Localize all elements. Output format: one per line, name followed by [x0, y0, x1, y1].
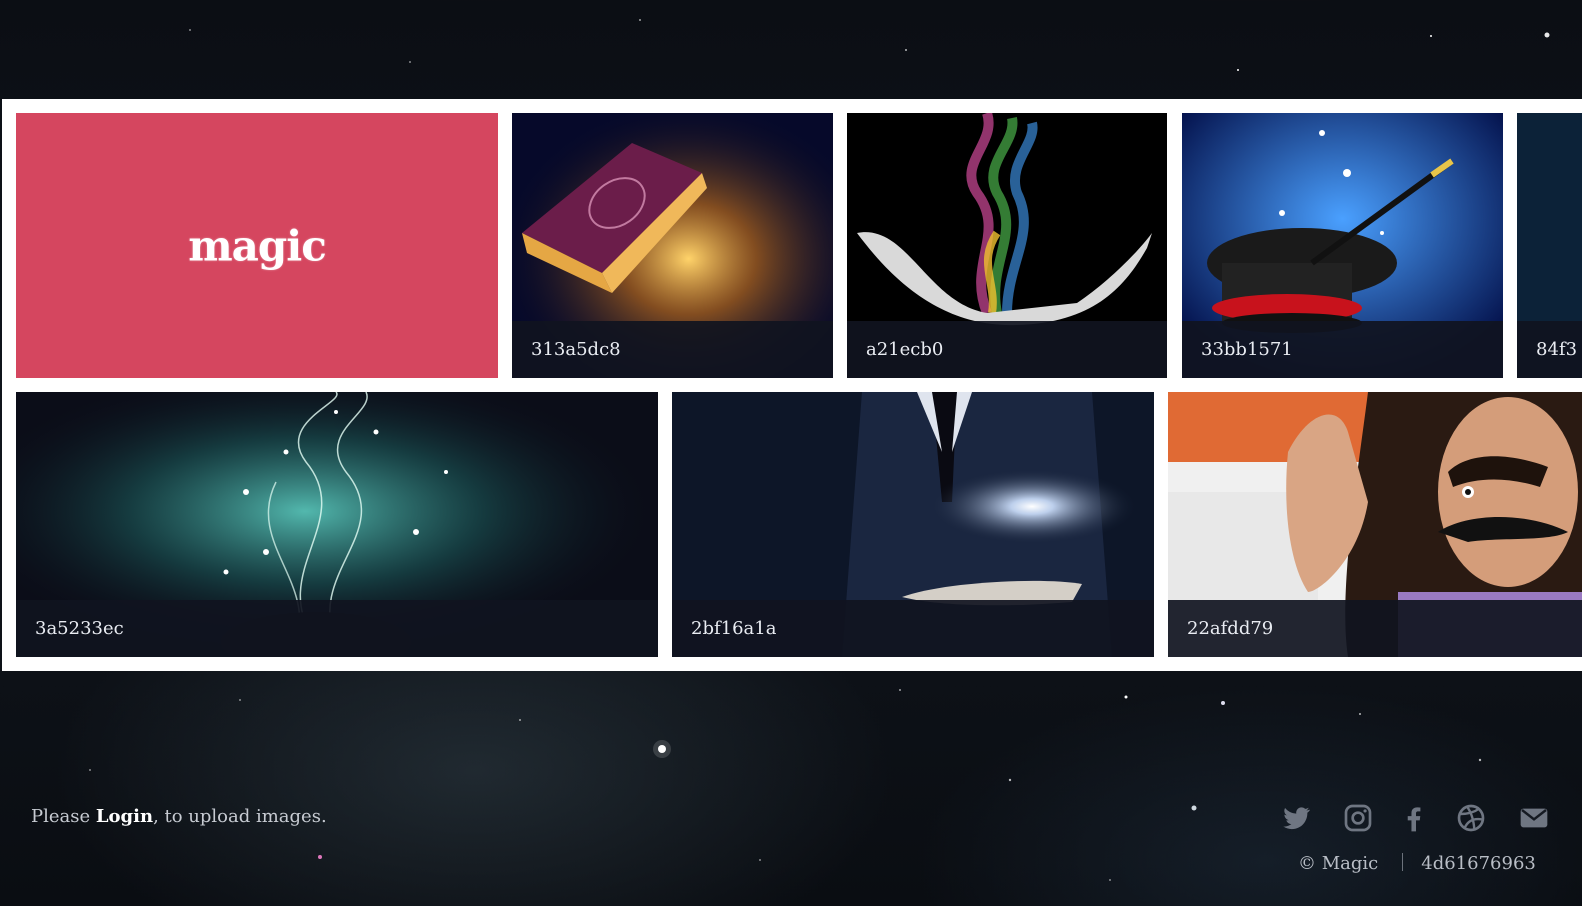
tile-caption: 2bf16a1a	[672, 600, 1154, 657]
social-links	[1280, 802, 1580, 838]
login-prompt-suffix: , to upload images.	[153, 806, 327, 827]
dribbble-icon[interactable]	[1455, 802, 1487, 834]
feature-tile-magic-logo[interactable]: magic	[16, 113, 498, 378]
gallery-tile[interactable]: 33bb1571	[1182, 113, 1503, 378]
facebook-icon[interactable]	[1398, 802, 1430, 834]
footer-divider	[1402, 853, 1404, 871]
footer-copyright: © Magic 4d61676963	[1298, 853, 1536, 874]
copyright-text: © Magic	[1298, 853, 1379, 874]
gallery-tile[interactable]: 22afdd79	[1168, 392, 1582, 657]
tile-caption: 22afdd79	[1168, 600, 1582, 657]
tile-caption: 84f3	[1517, 321, 1582, 378]
tile-caption: 3a5233ec	[16, 600, 658, 657]
magic-logo: magic	[188, 221, 327, 270]
gallery-tile[interactable]: 313a5dc8	[512, 113, 833, 378]
tile-caption: 33bb1571	[1182, 321, 1503, 378]
gallery-tile[interactable]: 84f3	[1517, 113, 1582, 378]
login-link[interactable]: Login	[96, 806, 153, 827]
gallery-tile[interactable]: a21ecb0	[847, 113, 1167, 378]
gallery-tile[interactable]: 2bf16a1a	[672, 392, 1154, 657]
login-prompt-prefix: Please	[31, 806, 96, 827]
build-id: 4d61676963	[1421, 853, 1536, 874]
tile-caption: 313a5dc8	[512, 321, 833, 378]
email-icon[interactable]	[1518, 802, 1550, 834]
login-prompt: Please Login, to upload images.	[31, 806, 327, 827]
gallery-tile[interactable]: 3a5233ec	[16, 392, 658, 657]
tile-caption: a21ecb0	[847, 321, 1167, 378]
twitter-icon[interactable]	[1280, 802, 1312, 834]
instagram-icon[interactable]	[1342, 802, 1374, 834]
